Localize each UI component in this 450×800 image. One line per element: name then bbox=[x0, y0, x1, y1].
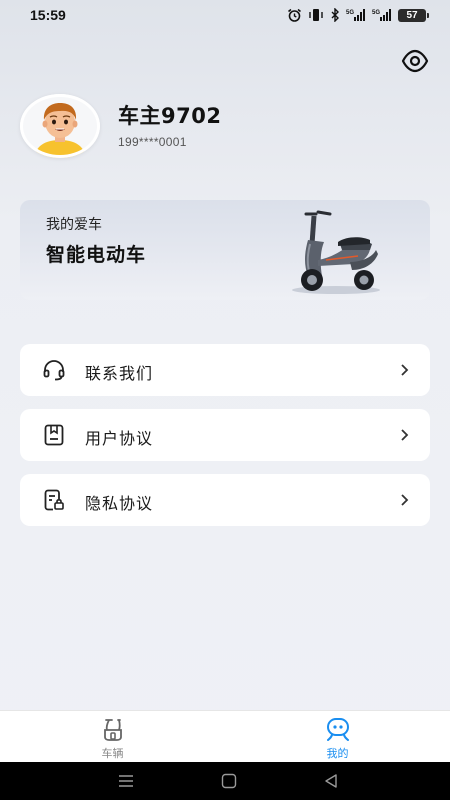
document-icon bbox=[44, 424, 64, 446]
menu-item-user-agreement[interactable]: 用户协议 bbox=[20, 409, 430, 461]
status-icons: 5G 5G 57 bbox=[287, 8, 429, 22]
my-vehicle-card[interactable]: 我的爱车 智能电动车 bbox=[20, 200, 430, 300]
signal-5g-icon: 5G bbox=[346, 9, 365, 21]
scooter-image bbox=[292, 210, 380, 294]
eye-icon[interactable] bbox=[401, 48, 429, 74]
status-bar: 15:59 5G 5G 57 bbox=[0, 0, 450, 32]
avatar-ring bbox=[20, 94, 100, 158]
privacy-document-icon bbox=[44, 489, 64, 511]
chevron-right-icon bbox=[401, 429, 409, 441]
tab-bar: 车辆 我的 bbox=[0, 710, 450, 762]
scooter-icon bbox=[104, 719, 122, 741]
vibrate-icon bbox=[309, 9, 323, 21]
headset-icon bbox=[43, 360, 65, 381]
home-icon[interactable] bbox=[220, 772, 238, 790]
battery-icon: 57 bbox=[398, 8, 429, 22]
my-vehicle-label: 我的爱车 bbox=[46, 217, 102, 233]
menu-item-contact-us[interactable]: 联系我们 bbox=[20, 344, 430, 396]
svg-text:5G: 5G bbox=[372, 10, 380, 16]
tab-label: 车辆 bbox=[101, 747, 124, 760]
svg-text:5G: 5G bbox=[346, 10, 354, 16]
menu-item-privacy-agreement[interactable]: 隐私协议 bbox=[20, 474, 430, 526]
tab-label: 我的 bbox=[326, 747, 349, 760]
mine-icon bbox=[327, 718, 349, 741]
menu-icon[interactable] bbox=[117, 772, 135, 790]
menu-item-label: 联系我们 bbox=[85, 364, 154, 383]
chevron-right-icon bbox=[401, 364, 409, 376]
menu-item-label: 用户协议 bbox=[85, 429, 154, 448]
phone-number: 199****0001 bbox=[118, 135, 187, 149]
tab-mine[interactable]: 我的 bbox=[225, 711, 450, 763]
alarm-icon bbox=[288, 8, 301, 22]
back-icon[interactable] bbox=[322, 772, 340, 790]
chevron-right-icon bbox=[401, 494, 409, 506]
status-time: 15:59 bbox=[30, 7, 66, 23]
tab-vehicle[interactable]: 车辆 bbox=[0, 711, 225, 763]
signal-5g-icon: 5G bbox=[372, 9, 391, 21]
bluetooth-icon bbox=[331, 8, 339, 22]
username: 车主9702 bbox=[118, 104, 222, 128]
menu-item-label: 隐私协议 bbox=[85, 494, 154, 513]
vehicle-name: 智能电动车 bbox=[46, 244, 147, 266]
system-nav-bar bbox=[0, 762, 450, 800]
